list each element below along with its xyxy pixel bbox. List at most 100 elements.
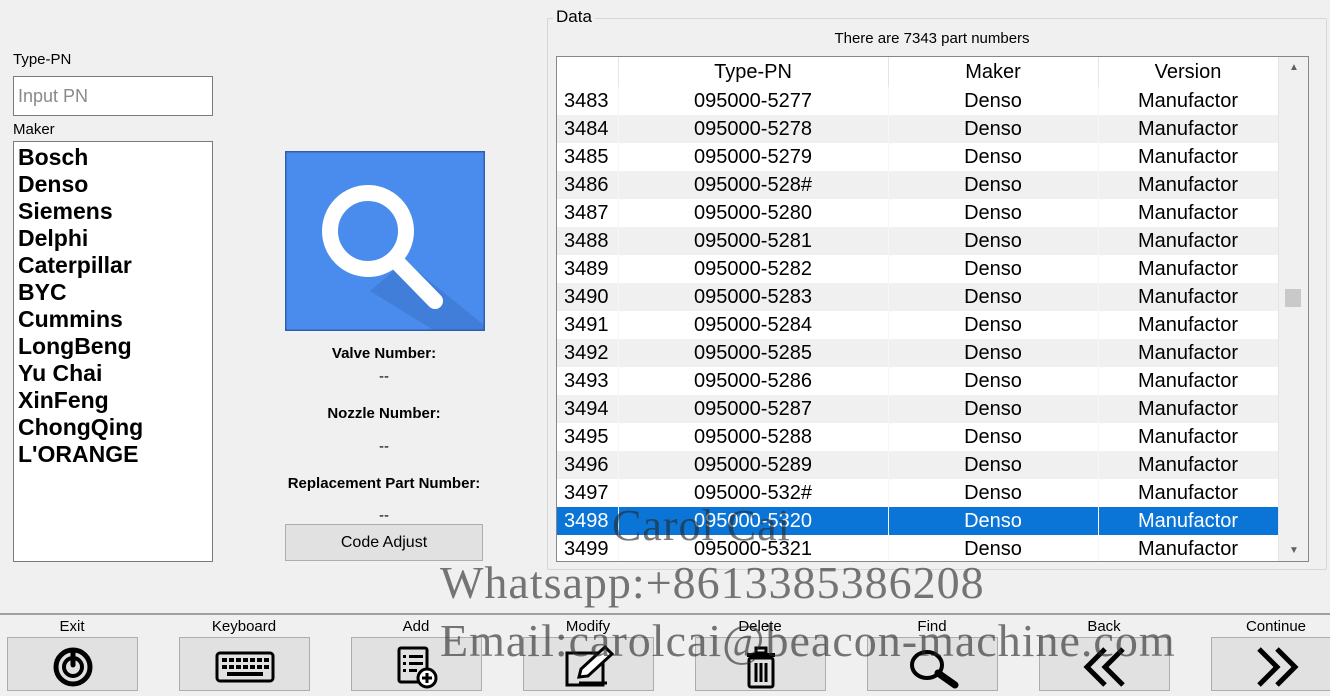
cell-maker: Denso: [888, 171, 1099, 199]
cell-index: 3484: [557, 115, 619, 143]
part-count-text: There are 7343 part numbers: [834, 30, 1030, 47]
table-row[interactable]: 3495 095000-5288 Denso Manufactor: [557, 423, 1279, 451]
fkey-label-f4: Modify: [565, 618, 611, 635]
maker-item[interactable]: ChongQing: [18, 414, 208, 441]
maker-item[interactable]: XinFeng: [18, 387, 208, 414]
keyboard-button[interactable]: [179, 637, 310, 691]
cell-type-pn: 095000-5280: [618, 199, 889, 227]
type-pn-label: Type-PN: [13, 51, 72, 68]
cell-index: 3490: [557, 283, 619, 311]
cell-type-pn: 095000-5288: [618, 423, 889, 451]
fkey-label-f2: Keyboard: [211, 618, 277, 635]
maker-item[interactable]: Yu Chai: [18, 360, 208, 387]
footer-divider: [0, 613, 1330, 615]
parts-table[interactable]: Type-PN Maker Version 3483 095000-5277 Den…: [556, 56, 1309, 562]
cell-maker: Denso: [888, 143, 1099, 171]
cell-index: 3486: [557, 171, 619, 199]
cell-index: 3496: [557, 451, 619, 479]
cell-type-pn: 095000-532#: [618, 479, 889, 507]
cell-maker: Denso: [888, 451, 1099, 479]
cell-index: 3497: [557, 479, 619, 507]
trash-icon: [696, 645, 825, 689]
back-button[interactable]: [1039, 637, 1170, 691]
cell-version: Manufactor: [1098, 87, 1279, 115]
nozzle-number-label: Nozzle Number:: [327, 405, 441, 422]
scroll-thumb[interactable]: [1285, 289, 1301, 307]
column-header-version[interactable]: Version: [1098, 57, 1279, 87]
cell-version: Manufactor: [1098, 423, 1279, 451]
cell-maker: Denso: [888, 227, 1099, 255]
table-row[interactable]: 3489 095000-5282 Denso Manufactor: [557, 255, 1279, 283]
table-row[interactable]: 3483 095000-5277 Denso Manufactor: [557, 87, 1279, 115]
table-row[interactable]: 3498 095000-5320 Denso Manufactor: [557, 507, 1279, 535]
table-row[interactable]: 3496 095000-5289 Denso Manufactor: [557, 451, 1279, 479]
maker-item[interactable]: Denso: [18, 171, 208, 198]
cell-version: Manufactor: [1098, 479, 1279, 507]
table-row[interactable]: 3493 095000-5286 Denso Manufactor: [557, 367, 1279, 395]
scroll-down-icon[interactable]: ▼: [1279, 542, 1308, 559]
type-pn-input[interactable]: [13, 76, 213, 116]
cell-index: 3487: [557, 199, 619, 227]
cell-version: Manufactor: [1098, 171, 1279, 199]
table-row[interactable]: 3491 095000-5284 Denso Manufactor: [557, 311, 1279, 339]
cell-version: Manufactor: [1098, 311, 1279, 339]
cell-version: Manufactor: [1098, 199, 1279, 227]
delete-button[interactable]: [695, 637, 826, 691]
column-header-type-pn[interactable]: Type-PN: [618, 57, 889, 87]
cell-type-pn: 095000-5283: [618, 283, 889, 311]
modify-button[interactable]: [523, 637, 654, 691]
add-button[interactable]: [351, 637, 482, 691]
cell-maker: Denso: [888, 199, 1099, 227]
cell-type-pn: 095000-5321: [618, 535, 889, 561]
table-row[interactable]: 3487 095000-5280 Denso Manufactor: [557, 199, 1279, 227]
table-row[interactable]: 3499 095000-5321 Denso Manufactor: [557, 535, 1279, 561]
vertical-scrollbar[interactable]: ▲ ▼: [1278, 57, 1308, 561]
table-row[interactable]: 3490 095000-5283 Denso Manufactor: [557, 283, 1279, 311]
cell-maker: Denso: [888, 115, 1099, 143]
table-row[interactable]: 3497 095000-532# Denso Manufactor: [557, 479, 1279, 507]
cell-index: 3494: [557, 395, 619, 423]
maker-item[interactable]: Bosch: [18, 144, 208, 171]
maker-list[interactable]: Bosch Denso Siemens Delphi Caterpillar BYC Cum…: [13, 141, 213, 562]
exit-button[interactable]: [7, 637, 138, 691]
table-row[interactable]: 3494 095000-5287 Denso Manufactor: [557, 395, 1279, 423]
maker-item[interactable]: Siemens: [18, 198, 208, 225]
maker-item[interactable]: LongBeng: [18, 333, 208, 360]
fkey-label-f1: Exit: [59, 618, 85, 635]
cell-type-pn: 095000-5286: [618, 367, 889, 395]
cell-index: 3488: [557, 227, 619, 255]
cell-type-pn: 095000-5277: [618, 87, 889, 115]
double-right-icon: [1212, 645, 1330, 689]
table-row[interactable]: 3484 095000-5278 Denso Manufactor: [557, 115, 1279, 143]
continue-button[interactable]: [1211, 637, 1330, 691]
find-button[interactable]: [867, 637, 998, 691]
code-adjust-button[interactable]: Code Adjust: [285, 524, 483, 561]
maker-item[interactable]: Cummins: [18, 306, 208, 333]
column-header-index[interactable]: [557, 57, 619, 87]
table-row[interactable]: 3488 095000-5281 Denso Manufactor: [557, 227, 1279, 255]
cell-version: Manufactor: [1098, 535, 1279, 561]
cell-index: 3495: [557, 423, 619, 451]
scroll-up-icon[interactable]: ▲: [1279, 59, 1308, 76]
table-row[interactable]: 3485 095000-5279 Denso Manufactor: [557, 143, 1279, 171]
cell-index: 3493: [557, 367, 619, 395]
cell-type-pn: 095000-5284: [618, 311, 889, 339]
power-icon: [8, 645, 137, 689]
cell-index: 3498: [557, 507, 619, 535]
table-row[interactable]: 3486 095000-528# Denso Manufactor: [557, 171, 1279, 199]
maker-item[interactable]: L'ORANGE: [18, 441, 208, 468]
table-row[interactable]: 3492 095000-5285 Denso Manufactor: [557, 339, 1279, 367]
column-header-maker[interactable]: Maker: [888, 57, 1099, 87]
table-header-row: Type-PN Maker Version: [557, 57, 1279, 87]
cell-index: 3485: [557, 143, 619, 171]
maker-item[interactable]: Delphi: [18, 225, 208, 252]
valve-number-value: --: [379, 368, 389, 385]
add-list-icon: [352, 645, 481, 689]
maker-item[interactable]: Caterpillar: [18, 252, 208, 279]
fkey-label-f3: Add: [402, 618, 430, 635]
cell-version: Manufactor: [1098, 339, 1279, 367]
fkey-label-f6: Find: [917, 618, 947, 635]
maker-item[interactable]: BYC: [18, 279, 208, 306]
cell-type-pn: 095000-5287: [618, 395, 889, 423]
cell-type-pn: 095000-528#: [618, 171, 889, 199]
